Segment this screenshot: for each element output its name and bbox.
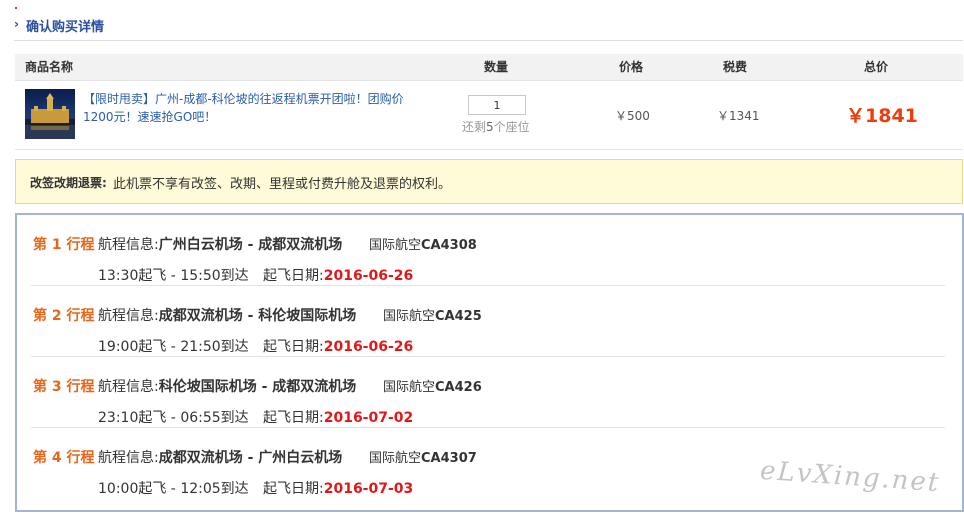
- column-header-price: 价格: [619, 60, 644, 74]
- leg-date: 起飞日期:2016-06-26: [263, 336, 413, 356]
- leg-times: 19:00起飞 - 21:50到达: [98, 339, 249, 355]
- arrive-time: 15:50: [180, 268, 221, 284]
- airline-name: 国际航空: [383, 380, 436, 395]
- leg-date: 起飞日期:2016-07-03: [263, 478, 413, 498]
- leg-route: 航程信息:成都双流机场 - 广州白云机场: [98, 447, 342, 467]
- route-airports: 广州白云机场 - 成都双流机场: [158, 237, 343, 253]
- total-price: ￥1841: [846, 105, 918, 127]
- decorative-dot: [15, 7, 17, 9]
- chevron-right-icon: ›: [14, 17, 19, 31]
- leg-airline: 国际航空CA4307: [369, 447, 477, 466]
- column-header-tax: 税费: [723, 60, 748, 74]
- itinerary-leg: 第 3 行程 航程信息:科伦坡国际机场 - 成都双流机场 国际航空CA426 2…: [31, 357, 945, 428]
- section-header: › 确认购买详情: [14, 12, 963, 41]
- airline-name: 国际航空: [369, 451, 422, 466]
- depart-time: 13:30: [98, 268, 139, 284]
- itinerary-leg: 第 2 行程 航程信息:成都双流机场 - 科伦坡国际机场 国际航空CA425 1…: [31, 286, 945, 357]
- leg-route: 航程信息:广州白云机场 - 成都双流机场: [98, 234, 342, 254]
- remaining-seats: 还剩5个座位: [462, 118, 530, 135]
- leg-route: 航程信息:科伦坡国际机场 - 成都双流机场: [98, 376, 356, 396]
- leg-times: 23:10起飞 - 06:55到达: [98, 410, 249, 426]
- column-header-total: 总价: [864, 60, 889, 74]
- date-value: 2016-06-26: [323, 268, 414, 284]
- leg-label: 第 4 行程: [33, 450, 95, 466]
- product-title-link[interactable]: 【限时甩卖】广州-成都-科伦坡的往返程机票开团啦！团购价1200元！速速抢GO吧…: [83, 90, 418, 126]
- tax-value: ￥1341: [717, 109, 760, 123]
- airline-name: 国际航空: [369, 238, 422, 253]
- date-label: 起飞日期:: [263, 481, 324, 497]
- depart-time: 10:00: [98, 481, 139, 497]
- date-value: 2016-07-03: [323, 481, 414, 497]
- depart-suffix: 起飞: [138, 339, 167, 355]
- column-header-product: 商品名称: [25, 60, 74, 74]
- unit-price: ￥500: [615, 109, 650, 123]
- arrive-time: 21:50: [180, 339, 221, 355]
- route-airports: 成都双流机场 - 广州白云机场: [158, 450, 343, 466]
- route-label: 航程信息:: [98, 450, 159, 466]
- flight-number: CA425: [435, 309, 482, 324]
- notice-label: 改签改期退票:: [30, 176, 107, 190]
- leg-airline: 国际航空CA4308: [369, 234, 477, 253]
- arrive-suffix: 到达: [220, 339, 249, 355]
- arrive-time: 12:05: [180, 481, 221, 497]
- airline-name: 国际航空: [383, 309, 436, 324]
- quantity-input[interactable]: [468, 95, 526, 115]
- leg-label: 第 1 行程: [33, 237, 95, 253]
- arrive-time: 06:55: [180, 410, 221, 426]
- table-row: 【限时甩卖】广州-成都-科伦坡的往返程机票开团啦！团购价1200元！速速抢GO吧…: [15, 81, 963, 150]
- depart-time: 23:10: [98, 410, 139, 426]
- refund-notice: 改签改期退票: 此机票不享有改签、改期、里程或付费升舱及退票的权利。: [15, 159, 963, 204]
- route-label: 航程信息:: [98, 237, 159, 253]
- route-airports: 科伦坡国际机场 - 成都双流机场: [158, 379, 357, 395]
- itinerary-leg: 第 1 行程 航程信息:广州白云机场 - 成都双流机场 国际航空CA4308 1…: [31, 215, 945, 286]
- depart-time: 19:00: [98, 339, 139, 355]
- arrive-suffix: 到达: [220, 481, 249, 497]
- flight-number: CA4308: [421, 238, 477, 253]
- route-airports: 成都双流机场 - 科伦坡国际机场: [158, 308, 357, 324]
- leg-airline: 国际航空CA425: [383, 305, 482, 324]
- arrive-suffix: 到达: [220, 268, 249, 284]
- leg-times: 13:30起飞 - 15:50到达: [98, 268, 249, 284]
- date-value: 2016-07-02: [323, 410, 414, 426]
- page-title: 确认购买详情: [26, 20, 105, 35]
- leg-airline: 国际航空CA426: [383, 376, 482, 395]
- leg-date: 起飞日期:2016-06-26: [263, 265, 413, 285]
- remaining-prefix: 还剩: [462, 120, 487, 134]
- product-image[interactable]: [25, 89, 75, 139]
- remaining-count: 5: [486, 120, 494, 134]
- date-label: 起飞日期:: [263, 410, 324, 426]
- route-label: 航程信息:: [98, 379, 159, 395]
- route-label: 航程信息:: [98, 308, 159, 324]
- arrive-suffix: 到达: [220, 410, 249, 426]
- leg-route: 航程信息:成都双流机场 - 科伦坡国际机场: [98, 305, 356, 325]
- remaining-suffix: 个座位: [493, 120, 530, 134]
- date-label: 起飞日期:: [263, 268, 324, 284]
- date-value: 2016-06-26: [323, 339, 414, 355]
- notice-text: 此机票不享有改签、改期、里程或付费升舱及退票的权利。: [113, 177, 452, 192]
- column-header-quantity: 数量: [484, 60, 509, 74]
- date-label: 起飞日期:: [263, 339, 324, 355]
- depart-suffix: 起飞: [138, 410, 167, 426]
- leg-date: 起飞日期:2016-07-02: [263, 407, 413, 427]
- leg-times: 10:00起飞 - 12:05到达: [98, 481, 249, 497]
- table-header: 商品名称 数量 价格 税费 总价: [15, 54, 963, 81]
- leg-label: 第 3 行程: [33, 379, 95, 395]
- flight-number: CA4307: [421, 451, 477, 466]
- landmark-photo-icon: [25, 89, 75, 139]
- leg-label: 第 2 行程: [33, 308, 95, 324]
- flight-number: CA426: [435, 380, 482, 395]
- depart-suffix: 起飞: [138, 481, 167, 497]
- depart-suffix: 起飞: [138, 268, 167, 284]
